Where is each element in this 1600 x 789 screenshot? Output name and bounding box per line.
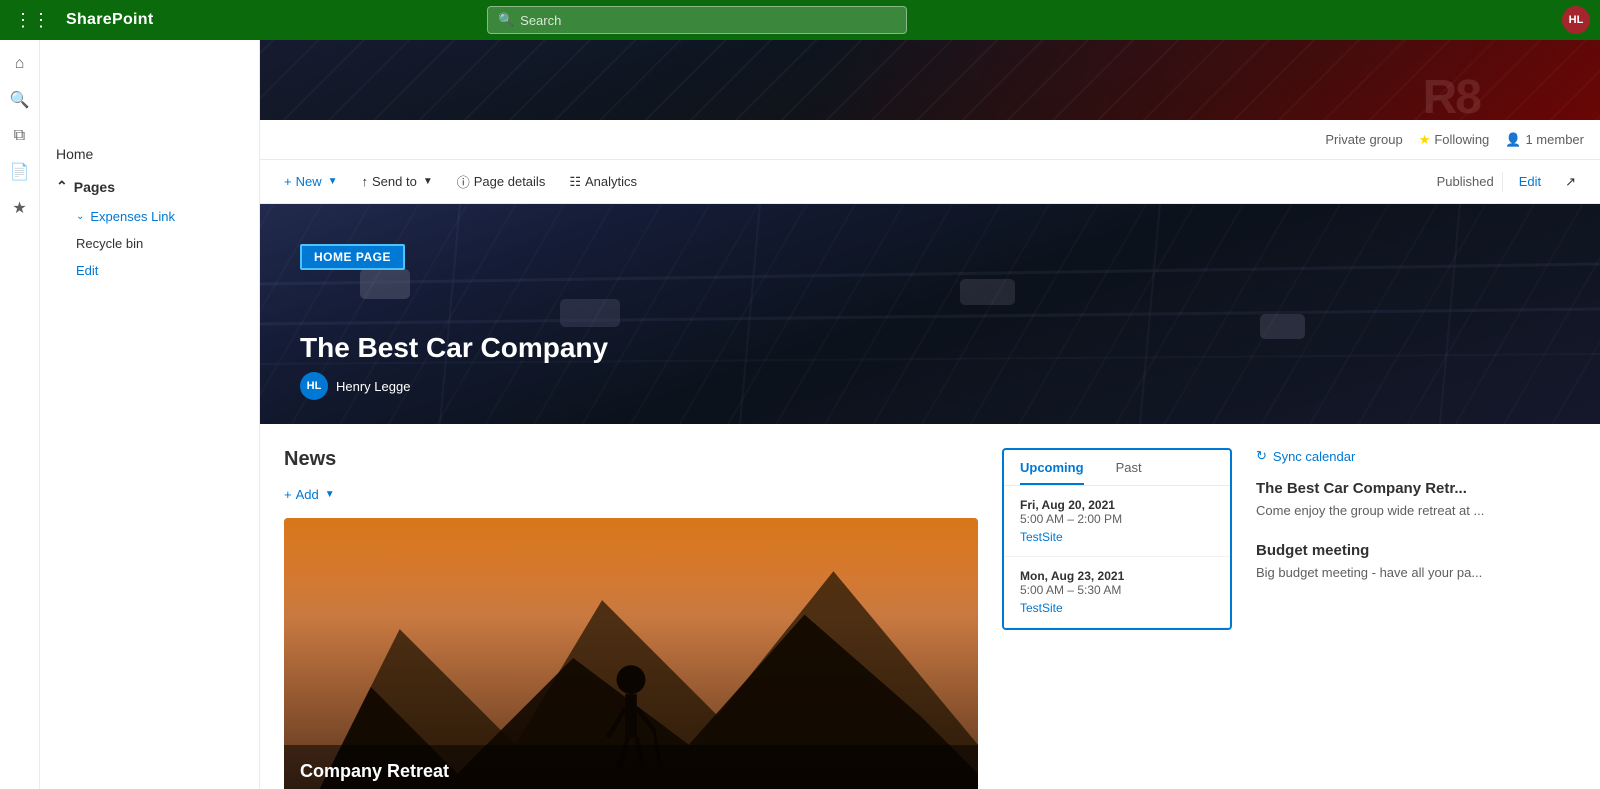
private-group-label: Private group: [1325, 132, 1402, 147]
analytics-icon: ☷: [569, 174, 581, 190]
hero-section: HOME PAGE The Best Car Company HL Henry …: [260, 204, 1600, 424]
left-icon-sidebar: ⌂ 🔍 ⧉ 📄 ★: [0, 40, 40, 789]
plus-icon: +: [284, 174, 292, 189]
event-detail-1-title: The Best Car Company Retr...: [1256, 480, 1576, 497]
event-detail-1: The Best Car Company Retr... Come enjoy …: [1256, 480, 1576, 518]
following-info[interactable]: ★ Following: [1419, 132, 1490, 148]
bookmark-icon[interactable]: ★: [4, 192, 36, 224]
members-info: 👤 1 member: [1505, 132, 1584, 148]
new-dropdown-icon: ▼: [328, 176, 338, 187]
divider: [1502, 172, 1503, 192]
event-2-time: 5:00 AM – 5:30 AM: [1020, 583, 1214, 597]
hero-author: HL Henry Legge: [300, 372, 410, 400]
home-icon[interactable]: ⌂: [4, 48, 36, 80]
event-detail-2-desc: Big budget meeting - have all your pa...: [1256, 565, 1576, 580]
event-2-site[interactable]: TestSite: [1020, 601, 1214, 615]
chevron-up-icon: ⌃: [56, 178, 68, 195]
main-content: HOME PAGE The Best Car Company HL Henry …: [260, 204, 1600, 789]
page-action-bar: + New ▼ ↑ Send to ▼ ⓘ Page details ☷ Ana…: [260, 160, 1600, 204]
nav-section-main: Home ⌃ Pages ⌄ Expenses Link Recycle bin…: [40, 130, 259, 292]
event-item-1: Fri, Aug 20, 2021 5:00 AM – 2:00 PM Test…: [1004, 486, 1230, 557]
send-icon: ↑: [362, 174, 369, 189]
events-tabs: Upcoming Past: [1004, 450, 1230, 486]
send-to-button[interactable]: ↑ Send to ▼: [354, 170, 441, 193]
nav-home[interactable]: Home: [40, 138, 259, 170]
nav-edit[interactable]: Edit: [40, 257, 259, 284]
members-label: 1 member: [1525, 132, 1584, 147]
avatar[interactable]: HL: [1562, 6, 1590, 34]
top-nav: ⋮⋮ SharePoint 🔍 HL: [0, 0, 1600, 40]
event-1-time: 5:00 AM – 2:00 PM: [1020, 512, 1214, 526]
event-1-date: Fri, Aug 20, 2021: [1020, 498, 1214, 512]
news-card[interactable]: Company Retreat: [284, 518, 978, 789]
event-detail-2: Budget meeting Big budget meeting - have…: [1256, 542, 1576, 580]
upcoming-tab[interactable]: Upcoming: [1004, 450, 1100, 485]
news-title: News: [284, 448, 978, 471]
search-icon: 🔍: [498, 12, 514, 28]
author-name: Henry Legge: [336, 379, 410, 394]
event-2-date: Mon, Aug 23, 2021: [1020, 569, 1214, 583]
left-nav-panel: Home ⌃ Pages ⌄ Expenses Link Recycle bin…: [40, 40, 260, 789]
add-icon: +: [284, 487, 292, 502]
search-input[interactable]: [520, 13, 896, 28]
expand-button[interactable]: ↗: [1557, 170, 1584, 194]
events-column: Upcoming Past Fri, Aug 20, 2021 5:00 AM …: [1002, 448, 1232, 789]
events-widget: Upcoming Past Fri, Aug 20, 2021 5:00 AM …: [1002, 448, 1232, 630]
event-details-panel: ↻ Sync calendar The Best Car Company Ret…: [1256, 448, 1576, 789]
apps-icon[interactable]: ⧉: [4, 120, 36, 152]
new-button[interactable]: + New ▼: [276, 170, 346, 193]
home-page-badge: HOME PAGE: [300, 244, 405, 270]
search-side-icon[interactable]: 🔍: [4, 84, 36, 116]
event-detail-1-desc: Come enjoy the group wide retreat at ...: [1256, 503, 1576, 518]
following-label: Following: [1434, 132, 1489, 147]
news-section: News + Add ▼: [284, 448, 978, 789]
event-1-site[interactable]: TestSite: [1020, 530, 1214, 544]
star-icon: ★: [1419, 132, 1431, 148]
person-icon: 👤: [1505, 132, 1521, 148]
edit-button[interactable]: Edit: [1511, 170, 1549, 193]
sync-icon: ↻: [1256, 448, 1267, 464]
chevron-down-icon: ⌄: [76, 211, 84, 222]
event-item-2: Mon, Aug 23, 2021 5:00 AM – 5:30 AM Test…: [1004, 557, 1230, 628]
private-group-info: Private group: [1325, 132, 1402, 147]
hero-title: The Best Car Company: [300, 332, 608, 364]
analytics-button[interactable]: ☷ Analytics: [561, 170, 645, 194]
group-info-bar: Private group ★ Following 👤 1 member: [260, 120, 1600, 160]
app-title: SharePoint: [66, 11, 153, 29]
sendto-dropdown-icon: ▼: [423, 176, 433, 187]
sync-calendar-button[interactable]: ↻ Sync calendar: [1256, 448, 1355, 464]
waffle-icon[interactable]: ⋮⋮: [10, 6, 54, 35]
event-detail-2-title: Budget meeting: [1256, 542, 1576, 559]
past-tab[interactable]: Past: [1100, 450, 1158, 485]
author-avatar: HL: [300, 372, 328, 400]
document-icon[interactable]: 📄: [4, 156, 36, 188]
info-icon: ⓘ: [457, 172, 470, 191]
content-section: News + Add ▼: [260, 424, 1600, 789]
nav-recycle-bin[interactable]: Recycle bin: [40, 230, 259, 257]
news-add-button[interactable]: + Add ▼: [284, 483, 335, 506]
add-dropdown-icon: ▼: [325, 489, 335, 500]
hero-background: [260, 204, 1600, 424]
page-details-button[interactable]: ⓘ Page details: [449, 168, 554, 195]
nav-pages-section[interactable]: ⌃ Pages: [40, 170, 259, 203]
news-card-label: Company Retreat: [284, 745, 978, 789]
action-right: Published Edit ↗: [1437, 170, 1584, 194]
nav-expenses-link[interactable]: ⌄ Expenses Link: [40, 203, 259, 230]
search-bar: 🔍: [487, 6, 907, 34]
published-label: Published: [1437, 174, 1494, 189]
